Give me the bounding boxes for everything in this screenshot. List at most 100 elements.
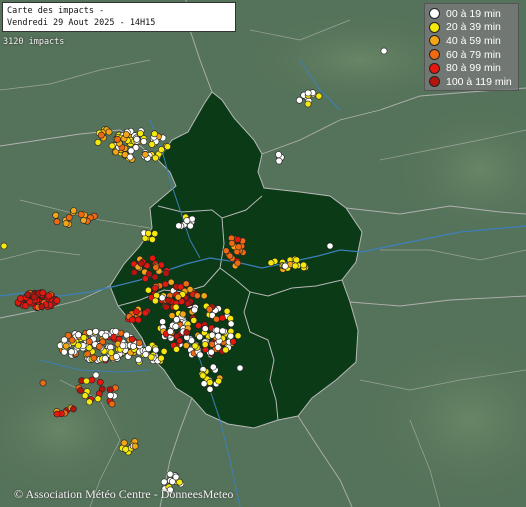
impact-dot xyxy=(234,259,242,267)
impact-dot xyxy=(162,269,170,277)
impact-dot xyxy=(107,349,115,356)
impact-dot xyxy=(39,289,47,297)
impact-dot xyxy=(186,285,194,293)
impact-dot xyxy=(293,256,300,264)
impact-dot xyxy=(145,270,153,278)
impact-dot xyxy=(112,327,120,335)
impact-dot xyxy=(127,147,135,155)
legend-label: 40 à 59 min xyxy=(446,34,501,47)
impact-dot xyxy=(227,332,235,340)
legend-item-2: 40 à 59 min xyxy=(429,34,514,48)
impact-dot xyxy=(61,336,68,344)
impact-dot xyxy=(123,331,130,339)
impact-dot xyxy=(267,259,275,267)
impact-dot xyxy=(184,300,192,308)
impact-dot xyxy=(151,273,159,281)
impact-dot xyxy=(70,207,78,214)
impact-dot xyxy=(193,292,201,300)
impact-dot xyxy=(206,385,214,393)
time-legend: 00 à 19 min 20 à 39 min 40 à 59 min 60 à… xyxy=(424,3,519,91)
impact-dot xyxy=(179,310,187,318)
impact-dot xyxy=(281,262,289,270)
legend-swatch xyxy=(429,8,440,20)
impact-dot xyxy=(157,354,165,362)
impact-dot xyxy=(304,89,312,97)
impact-dot xyxy=(128,316,136,324)
legend-swatch xyxy=(429,49,440,61)
lightning-impact-map: Carte des impacts - Vendredi 29 Aout 202… xyxy=(0,0,526,507)
impact-dot xyxy=(200,292,208,300)
impact-dot xyxy=(130,268,138,276)
impact-dot xyxy=(190,316,198,324)
impact-dot xyxy=(113,353,120,360)
impact-dot xyxy=(213,326,221,334)
impact-dot xyxy=(152,264,160,271)
impact-dot xyxy=(191,342,199,350)
legend-item-0: 00 à 19 min xyxy=(429,7,514,21)
legend-label: 20 à 39 min xyxy=(446,21,501,34)
impact-dot xyxy=(209,363,217,371)
impact-dot xyxy=(206,378,214,386)
impact-dot xyxy=(207,348,215,356)
impact-dot xyxy=(151,284,159,292)
impact-dot xyxy=(228,239,236,247)
impact-dot xyxy=(45,292,53,300)
map-credit: © Association Météo Centre - DonneesMete… xyxy=(14,487,234,501)
impact-dot xyxy=(77,387,84,394)
impact-dot xyxy=(234,332,242,340)
impact-dot xyxy=(132,308,140,316)
impact-dot xyxy=(52,211,60,219)
impact-dot xyxy=(101,355,109,362)
legend-swatch xyxy=(429,76,440,88)
impact-dot xyxy=(53,410,61,418)
impact-dot xyxy=(167,278,175,286)
impact-dot xyxy=(219,327,226,335)
impact-count: 3120 impacts xyxy=(3,37,65,47)
impact-dot xyxy=(151,297,159,305)
impact-dot xyxy=(122,445,130,453)
impact-dot xyxy=(106,386,114,393)
impact-dot xyxy=(148,236,156,243)
map-title-box: Carte des impacts - Vendredi 29 Aout 202… xyxy=(2,2,236,32)
impact-dot xyxy=(53,218,61,226)
impact-dot xyxy=(128,335,136,343)
impact-dot xyxy=(151,130,158,138)
impact-dot xyxy=(135,339,143,347)
impact-dot xyxy=(172,303,180,311)
impact-dot xyxy=(206,305,213,313)
impact-dot xyxy=(84,350,91,358)
impact-dot xyxy=(191,306,198,314)
impact-dot xyxy=(30,293,38,301)
impact-dot xyxy=(105,128,113,136)
impact-dot xyxy=(135,356,142,364)
impact-dot xyxy=(119,342,127,349)
legend-item-5: 100 à 119 min xyxy=(429,75,514,89)
impact-dot xyxy=(53,297,61,304)
legend-label: 80 à 99 min xyxy=(446,62,501,75)
legend-item-1: 20 à 39 min xyxy=(429,21,514,35)
impact-dot xyxy=(236,364,244,372)
impact-dot xyxy=(141,151,149,158)
impact-dot xyxy=(380,47,388,55)
impact-dot xyxy=(201,325,209,333)
impact-dot xyxy=(162,303,170,311)
impact-dot xyxy=(108,400,116,408)
impact-dot xyxy=(315,92,323,100)
impact-dot xyxy=(137,260,145,267)
impact-dot xyxy=(120,439,128,447)
map-title: Carte des impacts - xyxy=(7,6,105,16)
legend-label: 100 à 119 min xyxy=(446,75,512,88)
impact-dot xyxy=(196,333,204,341)
impact-dot xyxy=(176,337,184,345)
impact-dot xyxy=(129,342,137,350)
impact-dot xyxy=(166,470,174,478)
legend-swatch xyxy=(429,62,440,74)
impact-dot xyxy=(90,354,98,362)
impact-dot xyxy=(173,345,180,353)
impact-dot xyxy=(213,315,220,323)
impact-dot xyxy=(17,295,24,302)
impact-dot xyxy=(152,346,160,354)
impact-dot xyxy=(141,309,149,317)
impact-dot xyxy=(149,254,156,262)
impact-dot xyxy=(94,395,102,403)
